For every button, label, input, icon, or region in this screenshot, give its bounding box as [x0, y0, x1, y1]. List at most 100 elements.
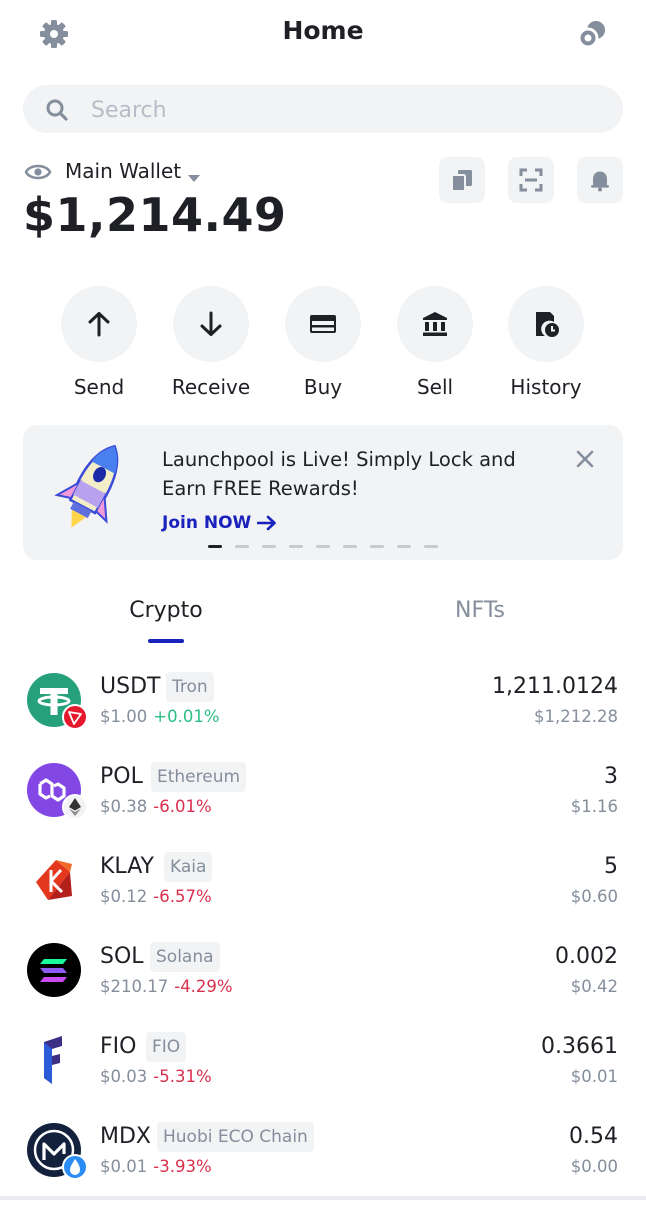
token-amount: 1,211.0124	[492, 674, 618, 699]
join-now-label: Join NOW	[162, 513, 252, 533]
token-value: $1.16	[570, 797, 618, 816]
close-banner-button[interactable]	[576, 450, 594, 472]
price-value: $0.38	[100, 797, 148, 816]
history-button[interactable]: History	[490, 286, 602, 399]
carousel-dot[interactable]	[424, 545, 438, 548]
chain-badge: Kaia	[164, 852, 213, 882]
scan-button[interactable]	[508, 157, 554, 203]
price-change: -3.93%	[153, 1157, 212, 1176]
copy-icon	[451, 170, 472, 192]
token-amount: 0.3661	[541, 1034, 618, 1059]
buy-label: Buy	[303, 375, 343, 399]
token-value: $1,212.28	[534, 707, 618, 726]
coins-icon	[577, 21, 605, 49]
wallet-selector[interactable]: Main Wallet	[65, 159, 181, 183]
scan-icon	[519, 168, 543, 192]
mdx-logo	[26, 1122, 88, 1180]
search-bar[interactable]	[23, 85, 623, 133]
pol-logo	[26, 762, 88, 820]
price-value: $0.12	[100, 887, 148, 906]
token-value: $0.60	[570, 887, 618, 906]
token-price: $1.00 +0.01%	[100, 707, 220, 726]
notifications-button[interactable]	[577, 157, 623, 203]
token-value: $0.00	[570, 1157, 618, 1176]
token-symbol: POL	[100, 764, 143, 789]
sol-logo	[26, 942, 82, 998]
carousel-dot[interactable]	[343, 545, 357, 548]
carousel-dot[interactable]	[289, 545, 303, 548]
close-icon	[576, 450, 594, 468]
token-symbol: KLAY	[100, 854, 154, 879]
token-row-usdt[interactable]: USDT Tron $1.00 +0.01% 1,211.0124 $1,212.…	[0, 672, 646, 762]
token-price: $0.01 -3.93%	[100, 1157, 212, 1176]
price-value: $0.01	[100, 1157, 148, 1176]
token-amount: 5	[604, 854, 618, 879]
copy-address-button[interactable]	[439, 157, 485, 203]
chain-badge: Solana	[150, 942, 220, 972]
history-icon	[536, 312, 559, 337]
join-now-link[interactable]: Join NOW	[162, 513, 277, 533]
receive-label: Receive	[171, 375, 251, 399]
price-change: -4.29%	[174, 977, 233, 996]
bottom-divider	[0, 1196, 646, 1200]
carousel-dot[interactable]	[262, 545, 276, 548]
page-title: Home	[282, 16, 364, 45]
fio-logo	[26, 1032, 82, 1088]
price-value: $210.17	[100, 977, 169, 996]
chain-badge: Huobi ECO Chain	[157, 1122, 314, 1152]
token-price: $210.17 -4.29%	[100, 977, 233, 996]
carousel-dot[interactable]	[397, 545, 411, 548]
chain-badge: Ethereum	[151, 762, 247, 792]
token-symbol: FIO	[100, 1034, 137, 1059]
chain-badge: FIO	[146, 1032, 187, 1062]
klay-logo	[26, 852, 82, 908]
receive-button[interactable]: Receive	[155, 286, 267, 399]
send-label: Send	[73, 375, 125, 399]
token-symbol: SOL	[100, 944, 144, 969]
tab-crypto[interactable]: Crypto	[110, 598, 222, 623]
wallet-balance: $1,214.49	[23, 188, 287, 242]
price-change: -6.57%	[153, 887, 212, 906]
carousel-dot[interactable]	[235, 545, 249, 548]
usdt-logo	[26, 672, 88, 730]
carousel-dot[interactable]	[316, 545, 330, 548]
bell-icon	[591, 171, 609, 192]
token-row-sol[interactable]: SOL Solana $210.17 -4.29% 0.002 $0.42	[0, 942, 646, 1032]
rocket-illustration	[53, 439, 133, 538]
token-row-fio[interactable]: FIO FIO $0.03 -5.31% 0.3661 $0.01	[0, 1032, 646, 1122]
caret-down-icon[interactable]	[187, 168, 201, 187]
carousel-dot[interactable]	[370, 545, 384, 548]
eye-icon	[24, 164, 52, 180]
token-row-pol[interactable]: POL Ethereum $0.38 -6.01% 3 $1.16	[0, 762, 646, 852]
connections-button[interactable]	[576, 18, 608, 50]
price-change: -6.01%	[153, 797, 212, 816]
active-tab-indicator	[148, 639, 184, 643]
promo-banner[interactable]: Launchpool is Live! Simply Lock and Earn…	[23, 425, 623, 560]
banner-message: Launchpool is Live! Simply Lock and Earn…	[162, 448, 516, 500]
search-icon	[46, 99, 68, 121]
carousel-dot[interactable]	[208, 545, 222, 548]
price-change: +0.01%	[153, 707, 220, 726]
card-icon	[310, 315, 336, 333]
send-button[interactable]: Send	[43, 286, 155, 399]
toggle-balance-visibility[interactable]	[24, 159, 52, 189]
buy-button[interactable]: Buy	[267, 286, 379, 399]
history-label: History	[510, 375, 582, 399]
token-symbol: USDT	[100, 674, 161, 699]
arrow-up-icon	[88, 312, 110, 337]
token-price: $0.03 -5.31%	[100, 1067, 212, 1086]
price-value: $0.03	[100, 1067, 148, 1086]
token-price: $0.12 -6.57%	[100, 887, 212, 906]
sell-label: Sell	[416, 375, 454, 399]
token-value: $0.42	[570, 977, 618, 996]
chain-badge: Tron	[166, 672, 214, 702]
token-amount: 3	[604, 764, 618, 789]
search-input[interactable]	[89, 91, 593, 129]
sell-button[interactable]: Sell	[379, 286, 491, 399]
token-amount: 0.002	[555, 944, 618, 969]
bank-icon	[423, 312, 447, 336]
token-row-klay[interactable]: KLAY Kaia $0.12 -6.57% 5 $0.60	[0, 852, 646, 942]
token-symbol: MDX	[100, 1124, 151, 1149]
tab-nfts[interactable]: NFTs	[420, 598, 540, 623]
token-value: $0.01	[570, 1067, 618, 1086]
